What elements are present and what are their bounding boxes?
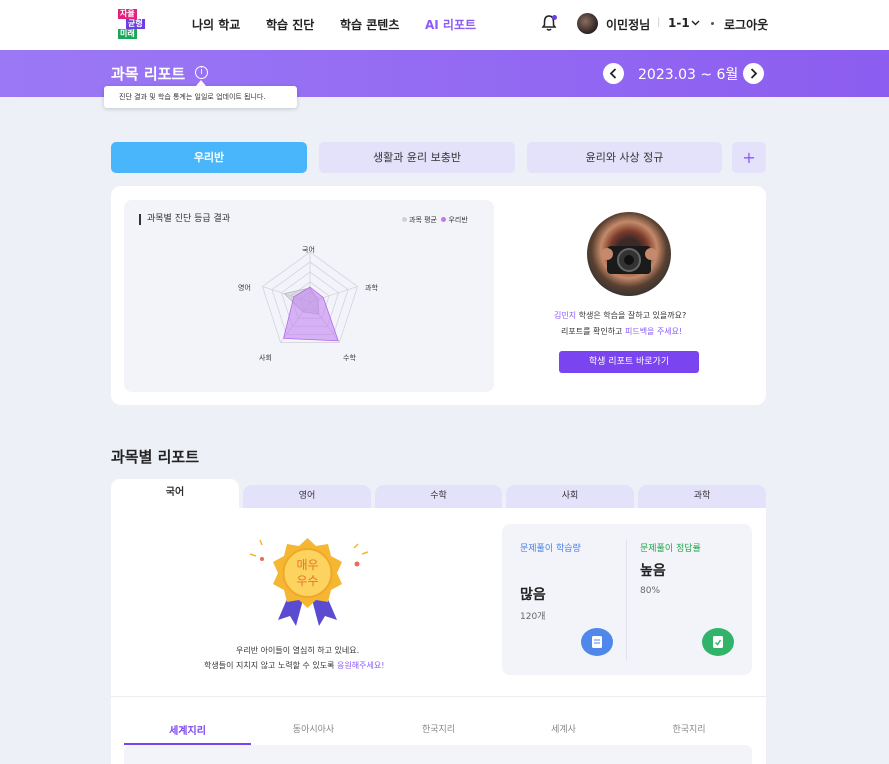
student-report-button[interactable]: 학생 리포트 바로가기 [559, 351, 699, 373]
medal-text-top: 매우 [296, 558, 318, 572]
divider: | [657, 17, 661, 28]
dot-separator [711, 22, 714, 25]
date-prev-button[interactable] [603, 63, 624, 84]
subject-tab-social[interactable]: 사회 [506, 485, 634, 508]
topic-tab-world-geography[interactable]: 세계지리 [124, 722, 251, 737]
subject-tab-science[interactable]: 과학 [638, 485, 766, 508]
logo-line-3: 미래 [118, 29, 137, 39]
class-selector[interactable]: 1-1 [668, 16, 690, 30]
volume-value: 많음 [520, 587, 546, 603]
topic-tab-east-asian-history[interactable]: 동아시아사 [251, 722, 376, 735]
update-tooltip: 진단 결과 및 학습 통계는 일일로 업데이트 됩니다. [104, 86, 297, 108]
add-class-button[interactable]: + [732, 142, 766, 173]
notification-dot [552, 15, 557, 20]
topic-tab-world-history[interactable]: 세계사 [501, 722, 626, 735]
student-photo [587, 212, 671, 296]
medal-message-prefix: 학생들이 지치지 않고 노력할 수 있도록 [204, 661, 338, 670]
accuracy-rate: 80% [640, 586, 661, 596]
topic-tab-korean-geography-2[interactable]: 한국지리 [626, 722, 752, 735]
subject-tab-korean[interactable]: 국어 [111, 479, 239, 508]
nav-item-diagnosis[interactable]: 학습 진단 [266, 16, 314, 33]
class-tab-ethics-supplement[interactable]: 생활과 윤리 보충반 [319, 142, 515, 173]
legend-label-average: 과목 평균 [409, 216, 437, 224]
logo[interactable]: 자율 균형 미래 [116, 8, 152, 41]
nav-item-ai-report[interactable]: AI 리포트 [425, 16, 476, 33]
subject-tab-math[interactable]: 수학 [375, 485, 502, 508]
logout-link[interactable]: 로그아웃 [724, 16, 768, 33]
card-divider [111, 696, 766, 697]
stats-divider [626, 540, 627, 660]
radar-label-korean: 국어 [302, 246, 315, 254]
legend-swatch-average [402, 217, 407, 222]
volume-count: 120개 [520, 612, 546, 622]
avatar[interactable] [577, 13, 598, 34]
feedback-prefix: 리포트를 확인하고 [561, 327, 625, 336]
user-name: 이민정님 [606, 18, 651, 32]
logo-line-2: 균형 [126, 19, 145, 29]
volume-button[interactable] [581, 628, 613, 656]
camera-icon [601, 246, 657, 274]
nav-item-my-school[interactable]: 나의 학교 [192, 16, 240, 33]
subject-tab-english[interactable]: 영어 [243, 485, 371, 508]
legend-swatch-our-class [441, 217, 447, 222]
radar-legend: 과목 평균 우리반 [402, 215, 468, 225]
nav-item-contents[interactable]: 학습 콘텐츠 [340, 16, 399, 33]
medal-text-bottom: 우수 [296, 574, 318, 588]
cheer-link[interactable]: 응원해주세요! [337, 661, 384, 670]
chevron-down-icon[interactable] [691, 18, 700, 27]
medal-message-1: 우리반 아이들이 열심히 하고 있네요. [236, 646, 360, 655]
student-message-1: 김민지 학생은 학습을 잘하고 있을까요? [554, 310, 686, 321]
medal-icon: 매우 우수 [249, 538, 369, 626]
student-message-text: 학생은 학습을 잘하고 있을까요? [576, 311, 687, 320]
radar-chart-title: 과목별 진단 등급 결과 [139, 214, 230, 225]
topic-content-panel [124, 745, 752, 764]
radar-label-social: 사회 [259, 354, 272, 362]
student-name[interactable]: 김민지 [554, 311, 576, 320]
page-title: 과목 리포트 [111, 65, 186, 83]
date-range: 2023.03 ~ 6월 [638, 67, 739, 83]
class-tab-our-class[interactable]: 우리반 [111, 142, 307, 173]
logo-line-1: 자율 [118, 9, 137, 19]
class-tab-ethics-thought[interactable]: 윤리와 사상 정규 [527, 142, 722, 173]
radar-label-science: 과학 [365, 284, 378, 292]
feedback-link[interactable]: 피드백을 주세요! [625, 327, 682, 336]
top-navigation: 자율 균형 미래 나의 학교 학습 진단 학습 콘텐츠 AI 리포트 이민정님 … [0, 0, 889, 50]
accuracy-button[interactable] [702, 628, 734, 656]
topic-tab-korean-geography[interactable]: 한국지리 [376, 722, 501, 735]
legend-label-our-class: 우리반 [448, 216, 468, 224]
radar-label-math: 수학 [343, 354, 356, 362]
accuracy-label: 문제풀이 정답률 [640, 544, 701, 554]
check-document-icon [713, 636, 723, 648]
student-message-2: 리포트를 확인하고 피드백을 주세요! [561, 326, 682, 337]
info-icon[interactable]: i [195, 66, 208, 79]
section-title: 과목별 리포트 [111, 448, 200, 466]
radar-chart [261, 251, 359, 343]
accuracy-value: 높음 [640, 563, 666, 579]
chevron-right-icon [750, 68, 758, 79]
document-icon [592, 636, 602, 648]
volume-label: 문제풀이 학습량 [520, 544, 581, 554]
medal-message-2: 학생들이 지치지 않고 노력할 수 있도록 응원해주세요! [204, 660, 384, 671]
radar-label-english: 영어 [238, 284, 251, 292]
date-next-button[interactable] [743, 63, 764, 84]
chevron-left-icon [609, 68, 617, 79]
